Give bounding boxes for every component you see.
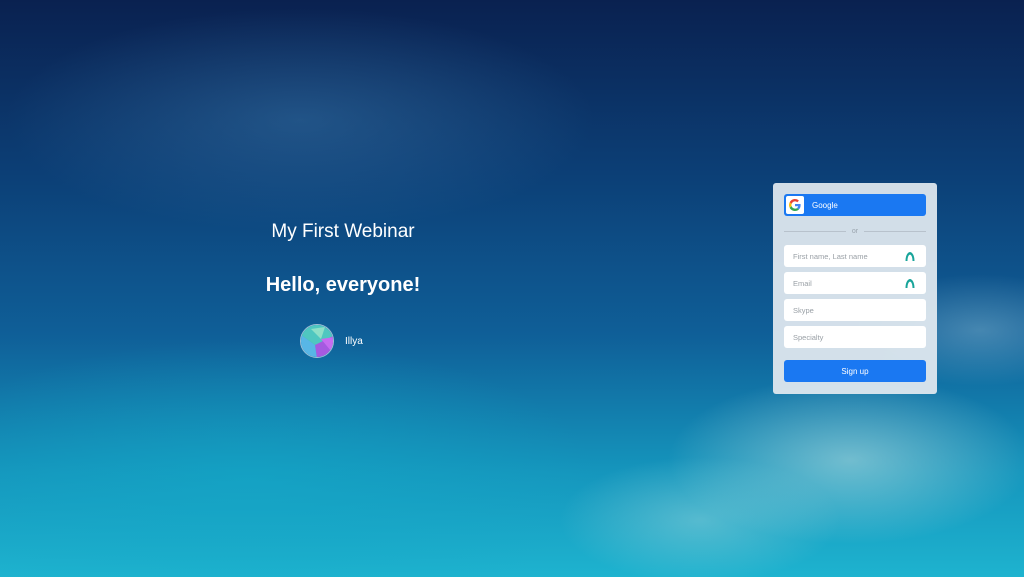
signup-form: Google or Sign up (773, 183, 937, 394)
autofill-icon[interactable] (904, 250, 916, 262)
greeting-heading: Hello, everyone! (265, 274, 421, 296)
avatar (300, 324, 334, 358)
webinar-hero: My First Webinar Hello, everyone! (213, 214, 473, 298)
host-info: Illya (300, 324, 363, 358)
name-field-wrapper (784, 245, 926, 267)
divider-line-right (864, 230, 927, 232)
skype-field-wrapper (784, 299, 926, 321)
skype-field[interactable] (784, 299, 926, 321)
or-divider: or (784, 224, 927, 238)
google-button-label: Google (812, 200, 838, 210)
host-name: Illya (345, 335, 363, 347)
google-signin-button[interactable]: Google (784, 194, 926, 216)
divider-line-left (784, 230, 846, 232)
google-logo-icon (786, 196, 804, 214)
signup-button[interactable]: Sign up (784, 360, 926, 382)
specialty-field[interactable] (784, 326, 926, 348)
specialty-field-wrapper (784, 326, 926, 348)
autofill-icon[interactable] (904, 277, 916, 289)
webinar-title: My First Webinar (271, 221, 415, 242)
divider-text: or (851, 227, 859, 235)
email-field-wrapper (784, 272, 926, 294)
avatar-icon (301, 325, 333, 357)
